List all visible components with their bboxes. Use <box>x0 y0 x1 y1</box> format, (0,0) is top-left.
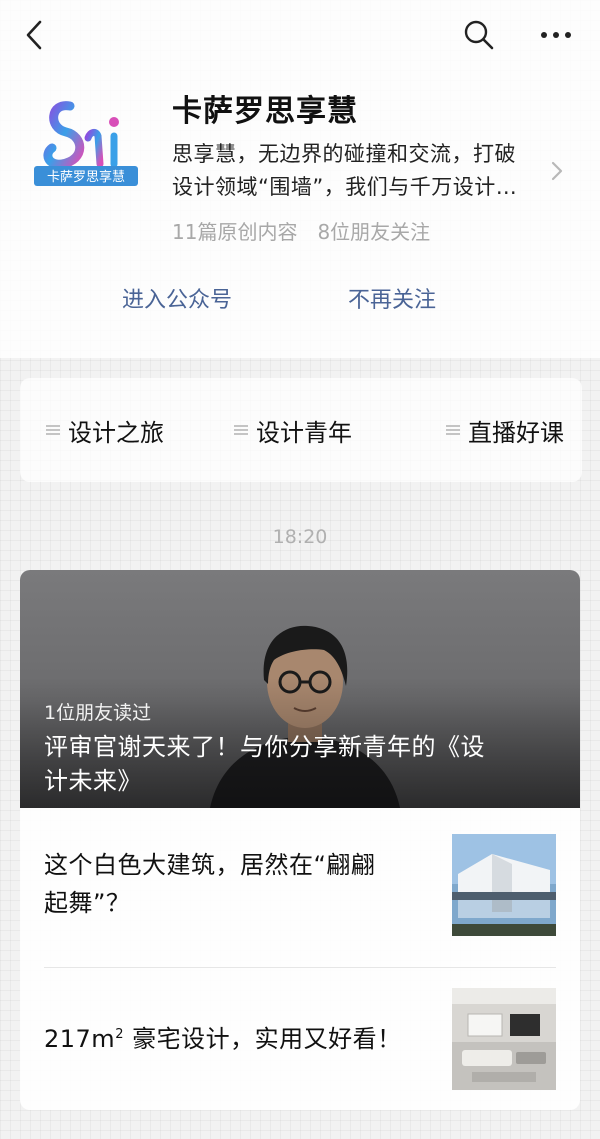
article-title-part: 豪宅设计，实用又好看！ <box>123 1025 402 1053</box>
cover-title-line: 计未来》 <box>44 767 142 795</box>
chevron-right-icon[interactable] <box>548 158 566 184</box>
article-title-line: 217m2 豪宅设计，实用又好看！ <box>44 1020 434 1058</box>
account-description-line: 思享慧，无边界的碰撞和交流，打破 <box>172 142 516 166</box>
cover-article-title: 评审官谢天来了！与你分享新青年的《设 计未来》 <box>44 730 564 798</box>
menu-item-label: 直播好课 <box>468 418 564 447</box>
account-menu-bar: 设计之旅 设计青年 直播好课 <box>20 378 582 482</box>
chevron-left-icon[interactable] <box>20 18 50 52</box>
account-logo[interactable]: 卡萨罗思享慧 <box>30 92 142 192</box>
article-thumbnail <box>452 988 556 1090</box>
article-title-line: 起舞”？ <box>44 889 131 917</box>
account-stats: 11篇原创内容 8位朋友关注 <box>172 216 430 245</box>
article-thumbnail <box>452 834 556 936</box>
account-header-section: 卡萨罗思享慧 卡萨罗思享慧 思享慧，无边界的碰撞和交流，打破 设计领域“围墙”，… <box>0 0 600 358</box>
menu-lines-icon <box>234 425 248 435</box>
article-title: 这个白色大建筑，居然在“翩翩 起舞”？ <box>44 846 434 922</box>
nav-bar <box>0 0 600 70</box>
account-description[interactable]: 思享慧，无边界的碰撞和交流，打破 设计领域“围墙”，我们与千万设计… <box>172 138 552 204</box>
menu-item-design-journey[interactable]: 设计之旅 <box>44 378 164 482</box>
menu-item-live-courses[interactable]: 直播好课 <box>444 378 564 482</box>
account-description-line: 设计领域“围墙”，我们与千万设计… <box>172 175 518 199</box>
superscript-two: 2 <box>115 1027 124 1042</box>
menu-item-design-youth[interactable]: 设计青年 <box>232 378 352 482</box>
search-icon[interactable] <box>462 18 496 52</box>
friends-following-count: 8位朋友关注 <box>317 220 431 244</box>
enter-account-button[interactable]: 进入公众号 <box>122 282 232 314</box>
menu-lines-icon <box>46 425 60 435</box>
message-timestamp: 18:20 <box>272 526 328 548</box>
ellipsis-icon[interactable] <box>536 18 576 52</box>
unfollow-button[interactable]: 不再关注 <box>348 282 436 314</box>
article-list-item[interactable]: 217m2 豪宅设计，实用又好看！ <box>20 968 580 1110</box>
article-title-part: 217m <box>44 1025 116 1053</box>
article-card: 1位朋友读过 评审官谢天来了！与你分享新青年的《设 计未来》 这个白色大建筑，居… <box>20 570 580 1110</box>
cover-title-line: 评审官谢天来了！与你分享新青年的《设 <box>44 733 485 761</box>
menu-item-label: 设计之旅 <box>68 418 164 447</box>
menu-lines-icon <box>446 425 460 435</box>
original-count: 11篇原创内容 <box>172 220 298 244</box>
menu-item-label: 设计青年 <box>256 418 352 447</box>
account-name[interactable]: 卡萨罗思享慧 <box>172 86 358 130</box>
article-title: 217m2 豪宅设计，实用又好看！ <box>44 1020 434 1058</box>
article-title-line: 这个白色大建筑，居然在“翩翩 <box>44 851 376 879</box>
friends-read-label: 1位朋友读过 <box>44 702 152 724</box>
article-list-item[interactable]: 这个白色大建筑，居然在“翩翩 起舞”？ <box>20 808 580 958</box>
logo-text: 卡萨罗思享慧 <box>47 169 125 185</box>
cover-article[interactable]: 1位朋友读过 评审官谢天来了！与你分享新青年的《设 计未来》 <box>20 570 580 808</box>
